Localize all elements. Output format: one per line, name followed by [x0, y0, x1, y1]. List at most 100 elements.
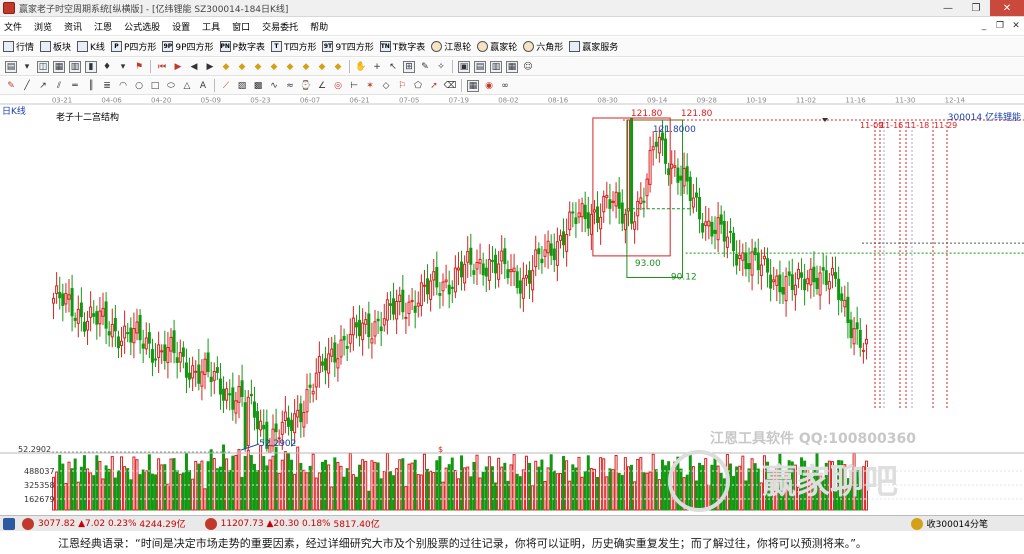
mdi-close-icon[interactable]: ✕: [1010, 20, 1022, 32]
rect-icon[interactable]: □: [149, 80, 161, 92]
diamond-icon[interactable]: ◆: [252, 61, 264, 73]
volume-bar: [55, 471, 59, 511]
vline-icon[interactable]: ║: [85, 80, 97, 92]
menu-gann[interactable]: 江恩: [88, 20, 118, 33]
mdi-restore-icon[interactable]: ❐: [994, 20, 1006, 32]
tool-9t-square[interactable]: 9T 9T四方形: [319, 40, 376, 53]
print-icon[interactable]: ▥: [490, 60, 502, 73]
tool-9p-square[interactable]: 9P 9P四方形: [159, 40, 216, 53]
diamond-icon[interactable]: ◆: [220, 61, 232, 73]
angle-icon[interactable]: ∠: [316, 80, 328, 92]
cursor-icon[interactable]: ↖: [387, 61, 399, 73]
tool-t-square[interactable]: T T四方形: [268, 40, 320, 53]
first-icon[interactable]: ⏮: [156, 61, 168, 73]
arc-icon[interactable]: ◠: [117, 80, 129, 92]
bars-icon[interactable]: ▮: [85, 60, 97, 73]
calendar-icon[interactable]: ▦: [53, 60, 65, 73]
layout-icon[interactable]: ▤: [5, 60, 17, 73]
ruler-icon[interactable]: ⊢: [348, 80, 360, 92]
sz-index-block[interactable]: 11207.73 ▲20.30 0.18% 5817.40亿: [202, 517, 380, 530]
tool-winner-wheel[interactable]: 赢家轮: [474, 40, 520, 53]
eraser-icon[interactable]: ⌫: [444, 80, 457, 92]
export-icon[interactable]: ▦: [506, 60, 518, 73]
menu-file[interactable]: 文件: [0, 20, 28, 33]
mdi-minimize-icon[interactable]: _: [978, 20, 990, 32]
indicator-icon[interactable]: ◫: [37, 60, 49, 73]
sh-index-block[interactable]: 3077.82 ▲7.02 0.23% 4244.29亿: [0, 517, 186, 530]
tool-icon[interactable]: ✧: [435, 61, 447, 73]
menu-window[interactable]: 窗口: [226, 20, 256, 33]
tool-gann-wheel[interactable]: 江恩轮: [428, 40, 474, 53]
screen-icon[interactable]: ▣: [458, 60, 470, 73]
menu-formula[interactable]: 公式选股: [118, 20, 166, 33]
arrow-icon[interactable]: ➚: [428, 80, 440, 92]
table-icon[interactable]: ▦: [467, 79, 479, 92]
tick-info[interactable]: 收300014分笔: [908, 517, 988, 530]
wave-icon[interactable]: ≈: [284, 80, 296, 92]
infinity-icon[interactable]: ∞: [499, 80, 511, 92]
triangle-icon[interactable]: △: [181, 80, 193, 92]
play-icon[interactable]: ▶: [172, 61, 184, 73]
tool-quotes[interactable]: 行情: [0, 40, 37, 53]
text-icon[interactable]: A: [197, 80, 209, 92]
tool-service[interactable]: 赢家服务: [566, 40, 621, 53]
circle-icon[interactable]: ○: [133, 80, 145, 92]
star-icon[interactable]: ✶: [364, 80, 376, 92]
tool-p-table[interactable]: PN P数字表: [217, 40, 268, 53]
cross-icon[interactable]: +: [371, 61, 383, 73]
diamond-icon[interactable]: ◆: [332, 61, 344, 73]
line-icon[interactable]: ╱: [21, 80, 33, 92]
candle-body: [64, 292, 68, 305]
dropdown-icon[interactable]: ▾: [21, 61, 33, 73]
zoom-icon[interactable]: ⊞: [403, 60, 415, 73]
dropdown-icon[interactable]: ▾: [117, 61, 129, 73]
users-icon[interactable]: ☺: [522, 61, 534, 73]
cycle-icon[interactable]: ∿: [268, 80, 280, 92]
tool-blocks[interactable]: 板块: [37, 40, 74, 53]
menu-info[interactable]: 资讯: [58, 20, 88, 33]
tool-icon[interactable]: ✎: [419, 61, 431, 73]
polygon-icon[interactable]: ⬠: [412, 80, 424, 92]
diamond-icon[interactable]: ◆: [284, 61, 296, 73]
tool-p-square[interactable]: P P四方形: [108, 40, 159, 53]
next-icon[interactable]: ▶: [204, 61, 216, 73]
menu-trade[interactable]: 交易委托: [256, 20, 304, 33]
diamond-icon[interactable]: ◆: [236, 61, 248, 73]
candle-body: [141, 343, 145, 349]
pencil-icon[interactable]: ✎: [5, 80, 17, 92]
diamond-icon[interactable]: ◆: [300, 61, 312, 73]
square-icon[interactable]: ◇: [380, 80, 392, 92]
chart-type-icon[interactable]: ▥: [69, 60, 81, 73]
mark-icon[interactable]: ⚐: [396, 80, 408, 92]
save-icon[interactable]: ▤: [474, 60, 486, 73]
kline-chart-area[interactable]: 03-21 04-06 04-20 05-09 05-23 06-07 06-21 07-05…: [0, 96, 1024, 514]
color-icon[interactable]: ◉: [483, 80, 495, 92]
ellipse-icon[interactable]: ⬭: [165, 80, 177, 92]
ray-icon[interactable]: ↗: [37, 80, 49, 92]
close-icon[interactable]: ✕: [990, 0, 1024, 16]
prev-icon[interactable]: ◀: [188, 61, 200, 73]
channel-icon[interactable]: ⫽: [53, 80, 65, 92]
diamond-icon[interactable]: ◆: [316, 61, 328, 73]
gann-box-icon[interactable]: ▨: [236, 80, 248, 92]
menu-browse[interactable]: 浏览: [28, 20, 58, 33]
menu-settings[interactable]: 设置: [166, 20, 196, 33]
spiral-icon[interactable]: ◎: [332, 80, 344, 92]
gann-grid-icon[interactable]: ▩: [252, 80, 264, 92]
gann-fan-icon[interactable]: ⟋: [220, 80, 232, 92]
diamond-icon[interactable]: ◆: [268, 61, 280, 73]
menu-help[interactable]: 帮助: [304, 20, 334, 33]
candle-tool-icon[interactable]: ♦: [101, 61, 113, 73]
tool-hexagon[interactable]: 六角形: [520, 40, 566, 53]
menu-tools[interactable]: 工具: [196, 20, 226, 33]
tool-t-table[interactable]: TN T数字表: [377, 40, 429, 53]
time-icon[interactable]: ⌚: [300, 80, 312, 92]
minimize-icon[interactable]: —: [934, 0, 962, 16]
tool-kline[interactable]: K线: [74, 40, 108, 53]
hand-icon[interactable]: ✋: [355, 61, 367, 73]
hline-icon[interactable]: ═: [69, 80, 81, 92]
restore-icon[interactable]: ❐: [962, 0, 990, 16]
candle-body: [469, 247, 473, 265]
flag-icon[interactable]: ⚑: [133, 61, 145, 73]
fib-icon[interactable]: ≣: [101, 80, 113, 92]
